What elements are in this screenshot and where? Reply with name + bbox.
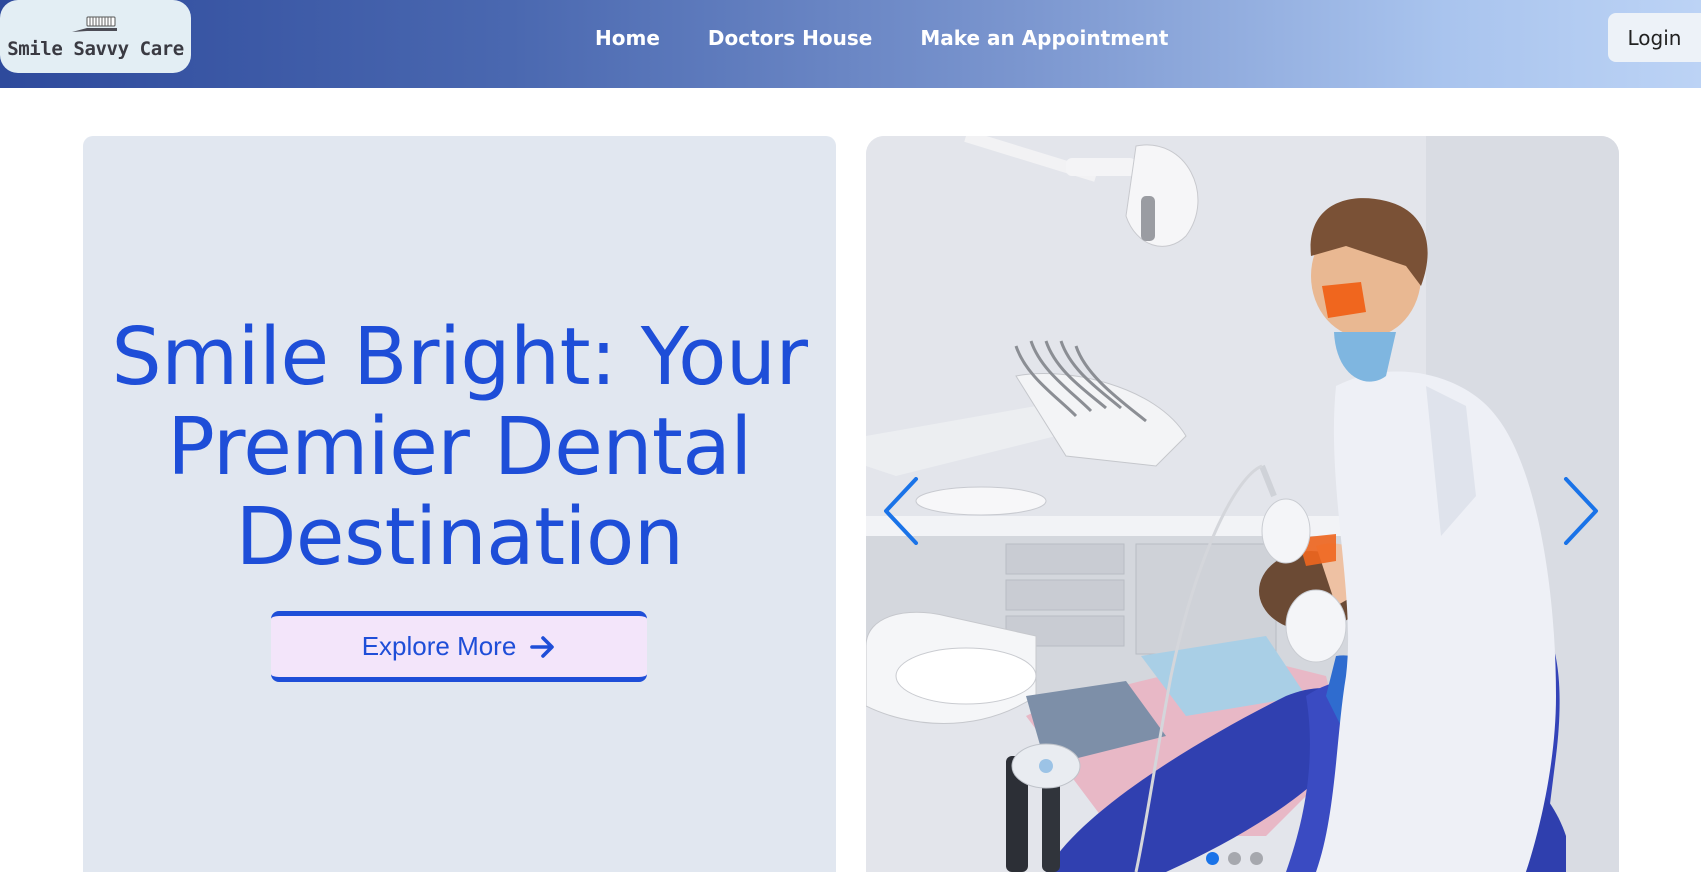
carousel-indicators: [1206, 852, 1263, 865]
nav-doctors-house-link[interactable]: Doctors House: [708, 26, 872, 50]
brand-logo[interactable]: Smile Savvy Care: [0, 0, 191, 73]
main-nav: Home Doctors House Make an Appointment: [595, 26, 1168, 50]
brand-name: Smile Savvy Care: [7, 38, 184, 60]
toothbrush-icon: [71, 16, 117, 32]
login-button[interactable]: Login: [1608, 13, 1701, 62]
nav-make-appointment-link[interactable]: Make an Appointment: [920, 26, 1168, 50]
top-navbar: Smile Savvy Care Home Doctors House Make…: [0, 0, 1701, 88]
carousel-dot-2[interactable]: [1228, 852, 1241, 865]
dentist-treating-patient-image: [866, 136, 1619, 872]
carousel-dot-1[interactable]: [1206, 852, 1219, 865]
carousel-prev-button[interactable]: [880, 475, 922, 547]
arrow-right-icon: [530, 635, 555, 658]
hero-title-line-2: Premier Dental: [167, 401, 752, 493]
carousel-dot-3[interactable]: [1250, 852, 1263, 865]
carousel-next-button[interactable]: [1560, 475, 1602, 547]
explore-more-label: Explore More: [361, 631, 517, 661]
chevron-left-icon: [884, 477, 918, 545]
chevron-right-icon: [1564, 477, 1598, 545]
hero-title: Smile Bright: Your Premier Dental Destin…: [83, 312, 836, 582]
hero-panel: Smile Bright: Your Premier Dental Destin…: [83, 136, 836, 872]
image-carousel: [866, 136, 1619, 872]
hero-title-line-1: Smile Bright: Your: [111, 311, 808, 403]
hero-title-line-3: Destination: [235, 491, 684, 583]
explore-more-button[interactable]: Explore More: [271, 611, 647, 682]
nav-home-link[interactable]: Home: [595, 26, 660, 50]
